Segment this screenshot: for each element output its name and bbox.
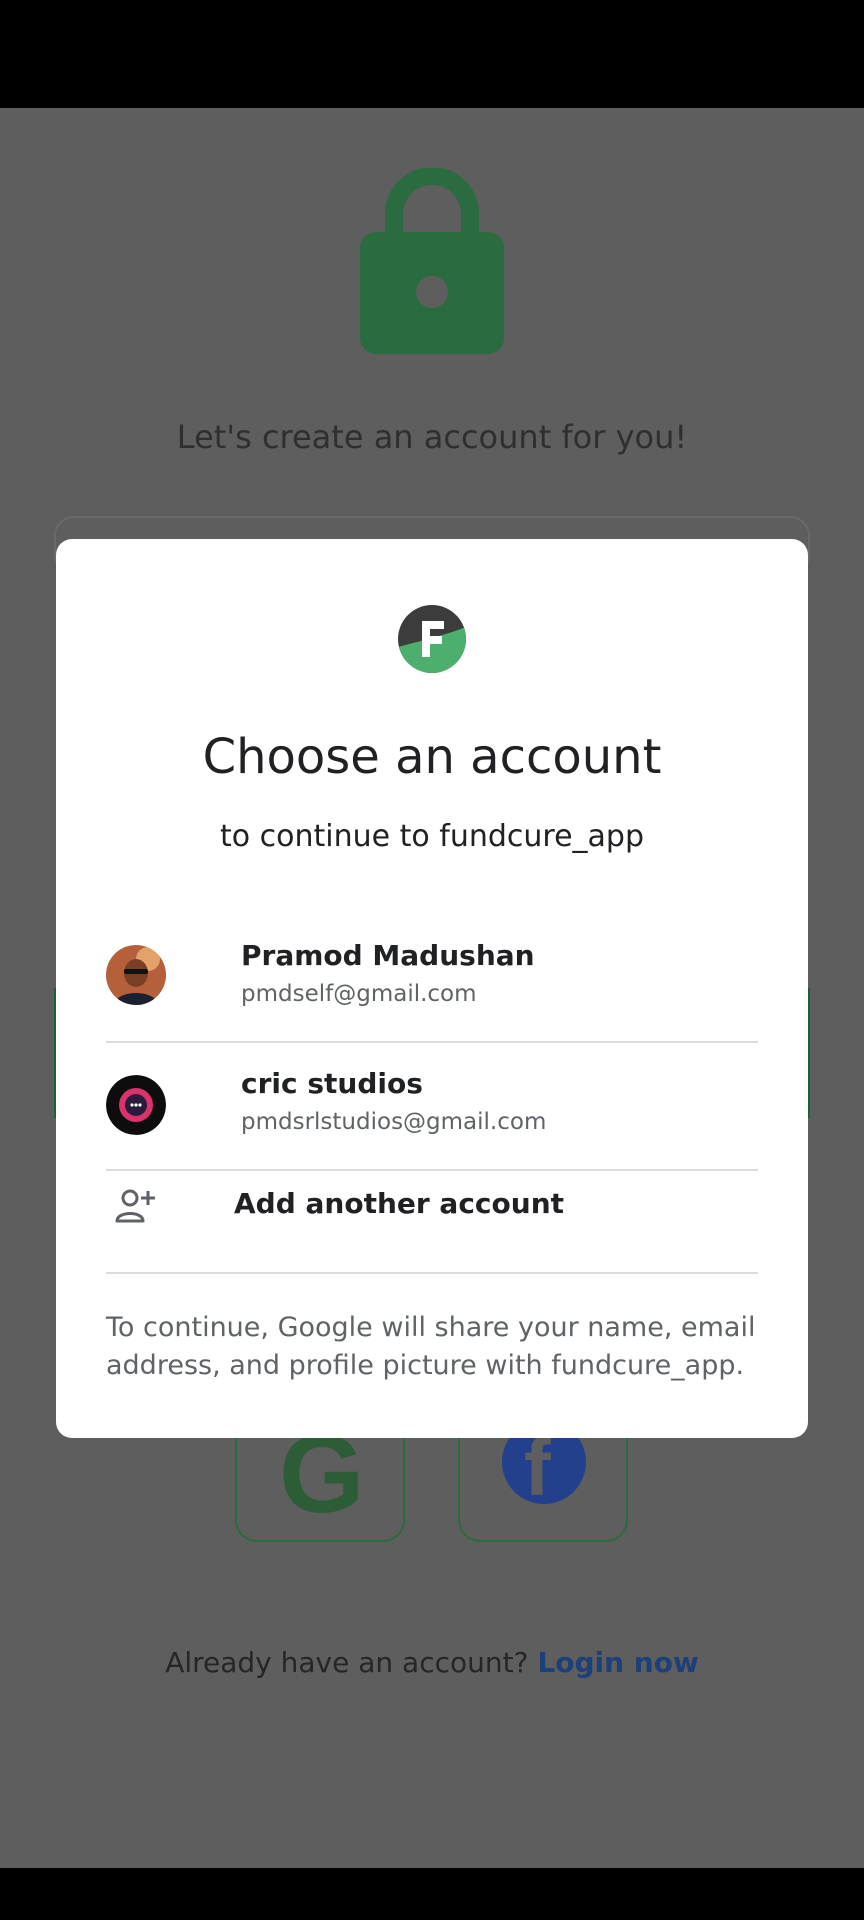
account-email: pmdsrlstudios@gmail.com [241,1109,547,1135]
login-prompt: Already have an account? Login now [0,1646,864,1679]
navigation-bar [0,1868,864,1920]
add-another-account-button[interactable]: Add another account [106,1171,758,1241]
account-chooser-dialog: Choose an account to continue to fundcur… [56,539,808,1438]
account-item-cric-studios[interactable]: cric studios pmdsrlstudios@gmail.com [106,1043,758,1171]
login-now-link[interactable]: Login now [537,1646,698,1679]
account-name: Pramod Madushan [241,939,535,972]
account-name: cric studios [241,1067,423,1100]
account-item-pramod[interactable]: Pramod Madushan pmdself@gmail.com [106,915,758,1043]
signup-headline: Let's create an account for you! [176,418,688,456]
privacy-disclaimer: To continue, Google will share your name… [106,1312,756,1381]
app-logo-icon [398,605,466,673]
add-another-account-label: Add another account [234,1187,565,1220]
avatar [106,1075,166,1135]
divider [106,1272,758,1274]
account-email: pmdself@gmail.com [241,981,477,1007]
avatar [106,945,166,1005]
login-prompt-text: Already have an account? [165,1646,529,1679]
status-bar [0,0,864,108]
dialog-subtitle: to continue to fundcure_app [219,819,645,854]
add-person-icon [115,1189,155,1223]
lock-icon [360,168,504,354]
dialog-title: Choose an account [202,729,662,785]
